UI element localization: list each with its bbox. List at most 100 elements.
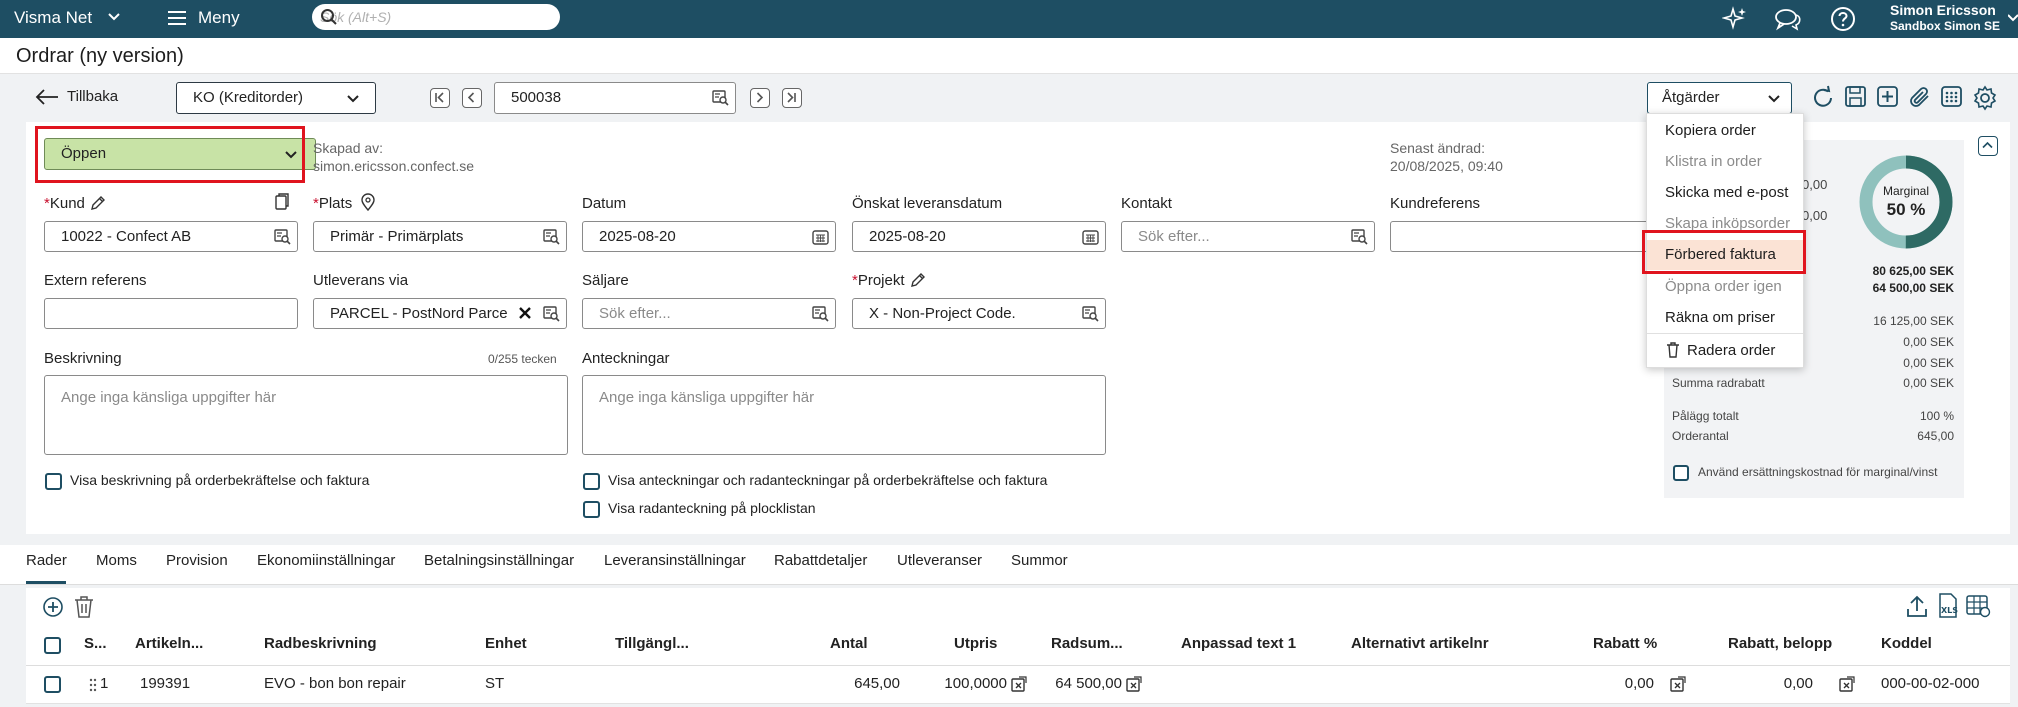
- project-field[interactable]: X - Non-Project Code.: [852, 298, 1106, 329]
- menu-item-delete-order[interactable]: Radera order: [1687, 342, 1775, 359]
- menu-item-copy-order[interactable]: Kopiera order: [1665, 122, 1756, 139]
- lookup-icon[interactable]: [274, 229, 291, 245]
- pencil-icon[interactable]: [90, 195, 106, 211]
- column-header[interactable]: Utpris: [954, 635, 997, 652]
- table-row[interactable]: 1 199391 EVO - bon bon repair ST 645,00 …: [26, 666, 2010, 704]
- tab-moms[interactable]: Moms: [96, 552, 137, 569]
- external-ref-field[interactable]: [44, 298, 298, 329]
- requested-date-field[interactable]: 2025-08-20: [852, 221, 1106, 252]
- lookup-icon[interactable]: [543, 306, 560, 322]
- chevron-down-icon[interactable]: [108, 12, 120, 22]
- row-checkbox[interactable]: [44, 676, 61, 693]
- delete-row-trash-icon[interactable]: [74, 596, 94, 618]
- menu-item-paste-order[interactable]: Klistra in order: [1665, 153, 1762, 170]
- lookup-icon[interactable]: [543, 229, 560, 245]
- menu-item-reopen-order[interactable]: Öppna order igen: [1665, 278, 1782, 295]
- lookup-icon[interactable]: [1082, 306, 1099, 322]
- description-textarea[interactable]: Ange inga känsliga uppgifter här: [44, 375, 568, 455]
- chat-icon[interactable]: [1774, 6, 1802, 32]
- date-field[interactable]: 2025-08-20: [582, 221, 836, 252]
- previous-record-button[interactable]: [462, 88, 482, 108]
- cell-amount[interactable]: 64 500,00: [1055, 675, 1122, 692]
- column-settings-icon[interactable]: [1966, 594, 1992, 618]
- add-row-icon[interactable]: [42, 596, 64, 618]
- column-header[interactable]: Anpassad text 1: [1181, 635, 1296, 652]
- show-description-checkbox[interactable]: [45, 473, 62, 490]
- first-record-button[interactable]: [430, 88, 450, 108]
- settings-gear-icon[interactable]: [1972, 85, 1998, 111]
- customer-field[interactable]: 10022 - Confect AB: [44, 221, 298, 252]
- global-search-input[interactable]: Sök (Alt+S): [312, 4, 560, 30]
- calendar-icon[interactable]: [1082, 229, 1099, 245]
- calculator-icon[interactable]: [1940, 85, 1964, 109]
- upload-icon[interactable]: [1906, 594, 1928, 618]
- cell-discount-amt[interactable]: 0,00: [1784, 675, 1813, 692]
- app-switcher[interactable]: Visma Net: [14, 8, 92, 28]
- refresh-icon[interactable]: [1810, 85, 1836, 111]
- column-header[interactable]: Antal: [830, 635, 868, 652]
- cell-code[interactable]: 000-00-02-000: [1881, 675, 1979, 692]
- next-record-button[interactable]: [750, 88, 770, 108]
- menu-button[interactable]: Meny: [198, 8, 240, 28]
- select-all-checkbox[interactable]: [44, 637, 61, 654]
- column-header[interactable]: Radsum...: [1051, 635, 1123, 652]
- location-pin-icon[interactable]: [360, 193, 376, 211]
- column-header[interactable]: Enhet: [485, 635, 527, 652]
- salesperson-field[interactable]: Sök efter...: [582, 298, 836, 329]
- column-header[interactable]: Koddel: [1881, 635, 1932, 652]
- lookup-icon[interactable]: [1351, 229, 1368, 245]
- drag-handle-icon[interactable]: [89, 678, 97, 692]
- search-icon[interactable]: [320, 8, 550, 26]
- tab-discount-details[interactable]: Rabattdetaljer: [774, 552, 867, 569]
- tab-delivery-settings[interactable]: Leveransinställningar: [604, 552, 746, 569]
- column-header[interactable]: Radbeskrivning: [264, 635, 377, 652]
- contact-field[interactable]: Sök efter...: [1121, 221, 1375, 252]
- tab-payment-settings[interactable]: Betalningsinställningar: [424, 552, 574, 569]
- tab-rader[interactable]: Rader: [26, 552, 67, 569]
- notes-textarea[interactable]: Ange inga känsliga uppgifter här: [582, 375, 1106, 455]
- edit-cell-icon[interactable]: [1126, 676, 1142, 692]
- customer-ref-field[interactable]: [1390, 221, 1650, 252]
- actions-dropdown-button[interactable]: Åtgärder: [1647, 82, 1792, 114]
- lookup-icon[interactable]: [812, 306, 829, 322]
- cell-price[interactable]: 100,0000: [944, 675, 1007, 692]
- location-field[interactable]: Primär - Primärplats: [313, 221, 567, 252]
- column-header[interactable]: Rabatt, belopp: [1728, 635, 1832, 652]
- pencil-icon[interactable]: [910, 272, 926, 288]
- paperclip-icon[interactable]: [1908, 85, 1934, 111]
- order-number-field[interactable]: 500038: [494, 82, 736, 114]
- calendar-icon[interactable]: [812, 229, 829, 245]
- ship-via-field[interactable]: PARCEL - PostNord Parce: [313, 298, 567, 329]
- cell-discount-pct[interactable]: 0,00: [1625, 675, 1654, 692]
- column-header[interactable]: Artikeln...: [135, 635, 203, 652]
- tab-totals[interactable]: Summor: [1011, 552, 1068, 569]
- save-icon[interactable]: [1844, 85, 1868, 109]
- tab-provision[interactable]: Provision: [166, 552, 228, 569]
- replacement-cost-checkbox[interactable]: [1673, 465, 1689, 481]
- tab-shipments[interactable]: Utleveranser: [897, 552, 982, 569]
- back-button[interactable]: Tillbaka: [67, 88, 118, 105]
- sparkle-icon[interactable]: [1722, 6, 1748, 32]
- column-header[interactable]: Tillgängl...: [615, 635, 689, 652]
- cell-unit[interactable]: ST: [485, 675, 504, 692]
- edit-cell-icon[interactable]: [1839, 676, 1855, 692]
- column-header[interactable]: S...: [84, 635, 107, 652]
- collapse-chevron-up-icon[interactable]: [1978, 136, 1998, 156]
- menu-item-recalculate-prices[interactable]: Räkna om priser: [1665, 309, 1775, 326]
- user-name[interactable]: Simon Ericsson: [1890, 2, 1996, 18]
- hamburger-menu-icon[interactable]: [168, 10, 188, 26]
- cell-description[interactable]: EVO - bon bon repair: [264, 675, 406, 692]
- menu-item-send-email[interactable]: Skicka med e-post: [1665, 184, 1788, 201]
- show-notes-checkbox[interactable]: [583, 473, 600, 490]
- add-icon[interactable]: [1876, 85, 1900, 109]
- last-record-button[interactable]: [782, 88, 802, 108]
- help-icon[interactable]: [1830, 6, 1856, 32]
- lookup-icon[interactable]: [712, 90, 729, 106]
- cell-item[interactable]: 199391: [140, 675, 190, 692]
- cell-qty[interactable]: 645,00: [854, 675, 900, 692]
- edit-cell-icon[interactable]: [1011, 676, 1027, 692]
- clear-icon[interactable]: [518, 306, 532, 320]
- copy-icon[interactable]: [274, 193, 290, 211]
- tab-economy-settings[interactable]: Ekonomiinställningar: [257, 552, 395, 569]
- edit-cell-icon[interactable]: [1670, 676, 1686, 692]
